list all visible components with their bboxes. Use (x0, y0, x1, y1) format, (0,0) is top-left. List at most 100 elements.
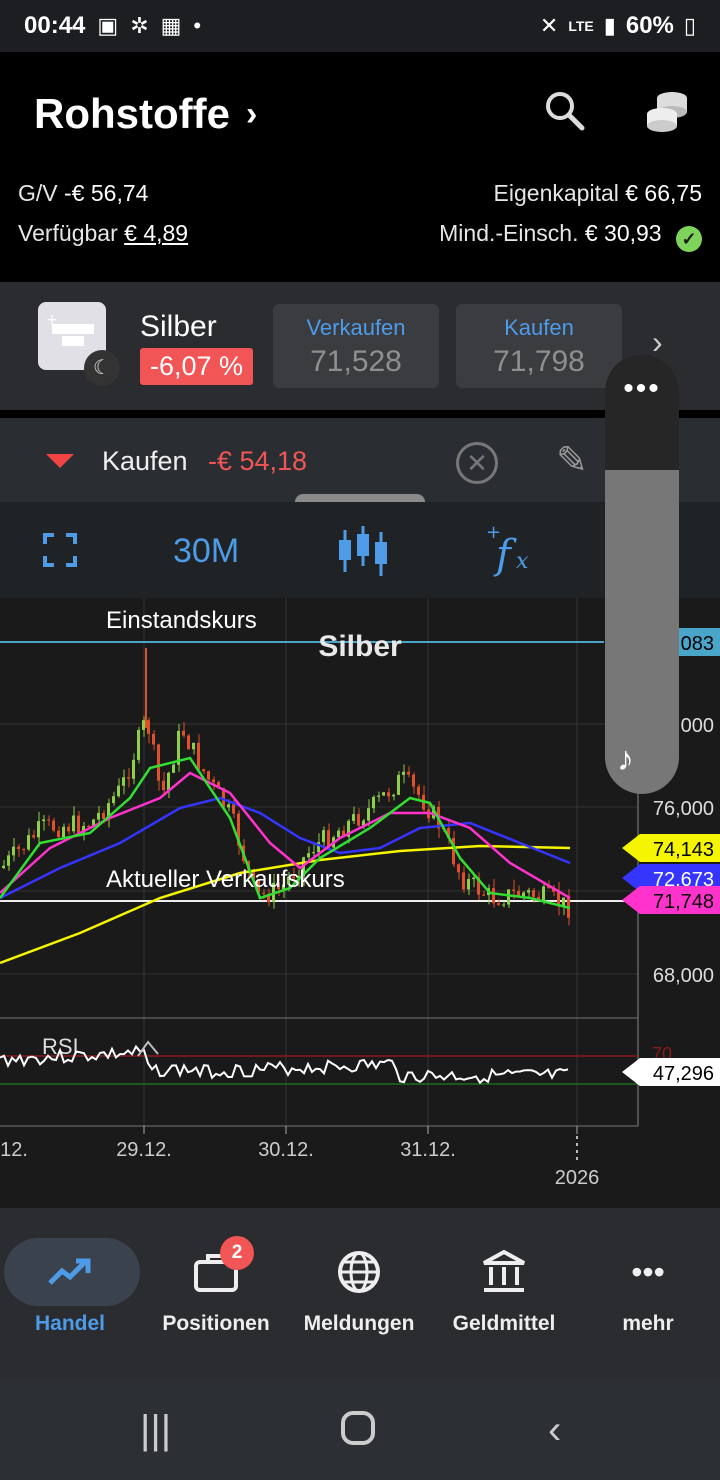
candle-body (387, 792, 390, 797)
x-tick-label: 30.12. (258, 1139, 314, 1161)
gv-label: G/V (18, 180, 58, 206)
candle-body (47, 819, 50, 821)
candle-body (502, 904, 505, 906)
candle-body (112, 796, 115, 804)
nav-handel[interactable]: Handel (0, 1238, 140, 1336)
svg-text:+: + (46, 312, 58, 328)
svg-text:x: x (516, 549, 529, 574)
candle-body (77, 815, 80, 833)
fullscreen-icon[interactable] (42, 532, 78, 568)
candle-body (182, 730, 185, 736)
nav-label: Positionen (162, 1312, 270, 1335)
y-tick-label: 76,000 (653, 798, 714, 820)
page-title[interactable]: Rohstoffe › (34, 90, 257, 138)
coins-icon[interactable] (642, 86, 692, 136)
candle-body (402, 771, 405, 775)
change-percent-badge: -6,07 % (140, 348, 254, 385)
candle-body (397, 774, 400, 795)
eigenkapital-row: Eigenkapital € 66,75 (494, 180, 702, 207)
candle-body (392, 794, 395, 797)
system-navigation: ||| ‹ (0, 1378, 720, 1480)
candle-body (482, 894, 485, 896)
candle-body (97, 812, 100, 820)
candle-body (542, 886, 545, 900)
svg-text:f: f (493, 532, 517, 578)
more-dots-icon[interactable]: ••• (605, 372, 679, 406)
verkaufskurs-label: Aktueller Verkaufskurs (106, 866, 345, 893)
nav-label: Handel (34, 1312, 105, 1335)
candle-body (262, 892, 265, 894)
verfuegbar-row: Verfügbar € 4,89 (18, 220, 188, 247)
candle-body (17, 846, 20, 850)
candle-body (492, 888, 495, 904)
close-circle-icon[interactable]: ✕ (456, 442, 498, 484)
price-tag-label: 71,748 (653, 891, 714, 913)
candle-body (412, 774, 415, 787)
instrument-name: Silber (140, 310, 217, 343)
x-tick-label: 31.12. (400, 1139, 456, 1161)
buy-button[interactable]: Kaufen 71,798 (456, 304, 622, 388)
dot-notification-icon: • (193, 13, 202, 38)
nav-positionen[interactable]: 2 Positionen (146, 1236, 286, 1336)
nav-mehr[interactable]: ••• mehr (578, 1238, 718, 1336)
candle-body (207, 771, 210, 780)
mind-einsch-label: Mind.-Einsch. (439, 220, 579, 246)
candle-body (522, 892, 525, 897)
candle-body (37, 821, 40, 838)
candle-body (67, 826, 70, 832)
candle-body (187, 735, 190, 750)
candle-body (102, 812, 105, 820)
candle-body (232, 804, 235, 814)
verfuegbar-value[interactable]: € 4,89 (124, 220, 188, 246)
rsi-line (0, 1044, 569, 1085)
network-label: LTE (568, 18, 594, 34)
signal-icon: ▮ (603, 13, 616, 38)
globe-icon (289, 1238, 429, 1306)
image-notification-icon: ▣ (97, 13, 119, 38)
bottom-navigation: Handel 2 Positionen Meldungen Geldmittel… (0, 1208, 720, 1378)
order-pnl: -€ 54,18 (208, 446, 308, 476)
pencil-icon[interactable]: ✎ (556, 438, 588, 483)
mind-einsch-value: € 30,93 (584, 220, 662, 246)
candle-body (312, 852, 315, 854)
candlestick-icon[interactable] (336, 526, 390, 576)
ma-yellow-line (0, 844, 571, 965)
candle-body (367, 808, 370, 821)
y-tick-label: 000 (681, 715, 714, 737)
music-note-icon[interactable]: ♪ (617, 740, 634, 779)
verfuegbar-label: Verfügbar (18, 220, 118, 246)
sell-button[interactable]: Verkaufen 71,528 (273, 304, 439, 388)
search-icon[interactable] (540, 86, 590, 136)
mind-einsch-row: Mind.-Einsch. € 30,93 ✓ (439, 220, 702, 252)
buy-label: Kaufen (504, 315, 574, 340)
triangle-down-icon (46, 454, 74, 468)
candle-body (72, 815, 75, 832)
x-tick-label: 29.12. (116, 1139, 172, 1161)
candle-body (167, 772, 170, 791)
candle-body (227, 804, 230, 808)
y-tick-label: 68,000 (653, 965, 714, 987)
candle-body (142, 720, 145, 730)
chart-title: Silber (318, 630, 402, 663)
silver-bars-icon: + ☾ (38, 302, 120, 386)
nav-label: mehr (622, 1312, 674, 1335)
recents-icon[interactable]: ||| (140, 1408, 171, 1453)
candle-body (417, 786, 420, 795)
nav-label: Meldungen (303, 1312, 415, 1335)
interval-button[interactable]: 30M (173, 532, 239, 571)
account-header: Rohstoffe › G/V -€ 56,74 Eigenkapital € … (0, 52, 720, 267)
function-icon[interactable]: + f x (484, 522, 540, 578)
candle-body (532, 890, 535, 897)
candle-body (357, 814, 360, 826)
back-icon[interactable]: ‹ (548, 1408, 561, 1453)
candle-body (472, 877, 475, 880)
nav-geldmittel[interactable]: Geldmittel (434, 1238, 574, 1336)
bank-icon (434, 1238, 574, 1306)
candle-body (162, 780, 165, 791)
candle-body (407, 771, 410, 775)
home-icon[interactable] (340, 1410, 376, 1456)
trending-up-icon (0, 1238, 140, 1306)
nav-meldungen[interactable]: Meldungen (289, 1238, 429, 1336)
floating-panel[interactable]: ••• ♪ (605, 354, 679, 794)
more-horizontal-icon: ••• (631, 1253, 665, 1290)
